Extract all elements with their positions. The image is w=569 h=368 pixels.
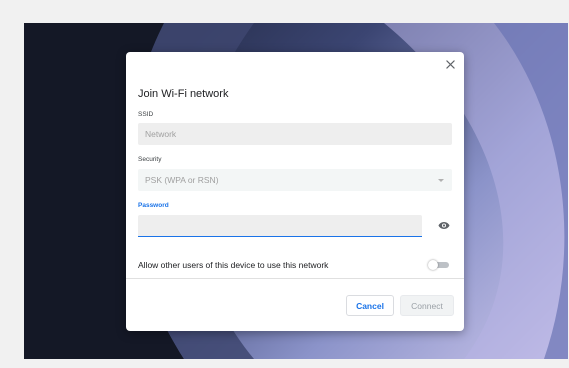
share-network-label: Allow other users of this device to use …	[138, 260, 329, 270]
ssid-input[interactable]: Network	[138, 123, 452, 145]
connect-button[interactable]: Connect	[400, 295, 454, 316]
security-label: Security	[138, 156, 162, 163]
toggle-knob	[428, 260, 438, 270]
close-button[interactable]	[442, 56, 458, 72]
ssid-placeholder: Network	[145, 129, 177, 139]
dialog-divider	[126, 278, 464, 279]
show-password-button[interactable]	[436, 218, 452, 232]
eye-icon	[438, 221, 450, 229]
share-network-toggle[interactable]	[428, 260, 450, 270]
password-input[interactable]	[138, 215, 422, 237]
join-wifi-dialog: Join Wi-Fi network SSID Network Security…	[126, 52, 464, 331]
cancel-button[interactable]: Cancel	[346, 295, 394, 316]
close-icon	[445, 59, 455, 69]
ssid-label: SSID	[138, 111, 154, 118]
chevron-down-icon	[438, 178, 444, 182]
password-label: Password	[138, 202, 169, 209]
dialog-title: Join Wi-Fi network	[138, 88, 229, 100]
security-select[interactable]: PSK (WPA or RSN)	[138, 169, 452, 191]
security-value: PSK (WPA or RSN)	[145, 175, 219, 185]
